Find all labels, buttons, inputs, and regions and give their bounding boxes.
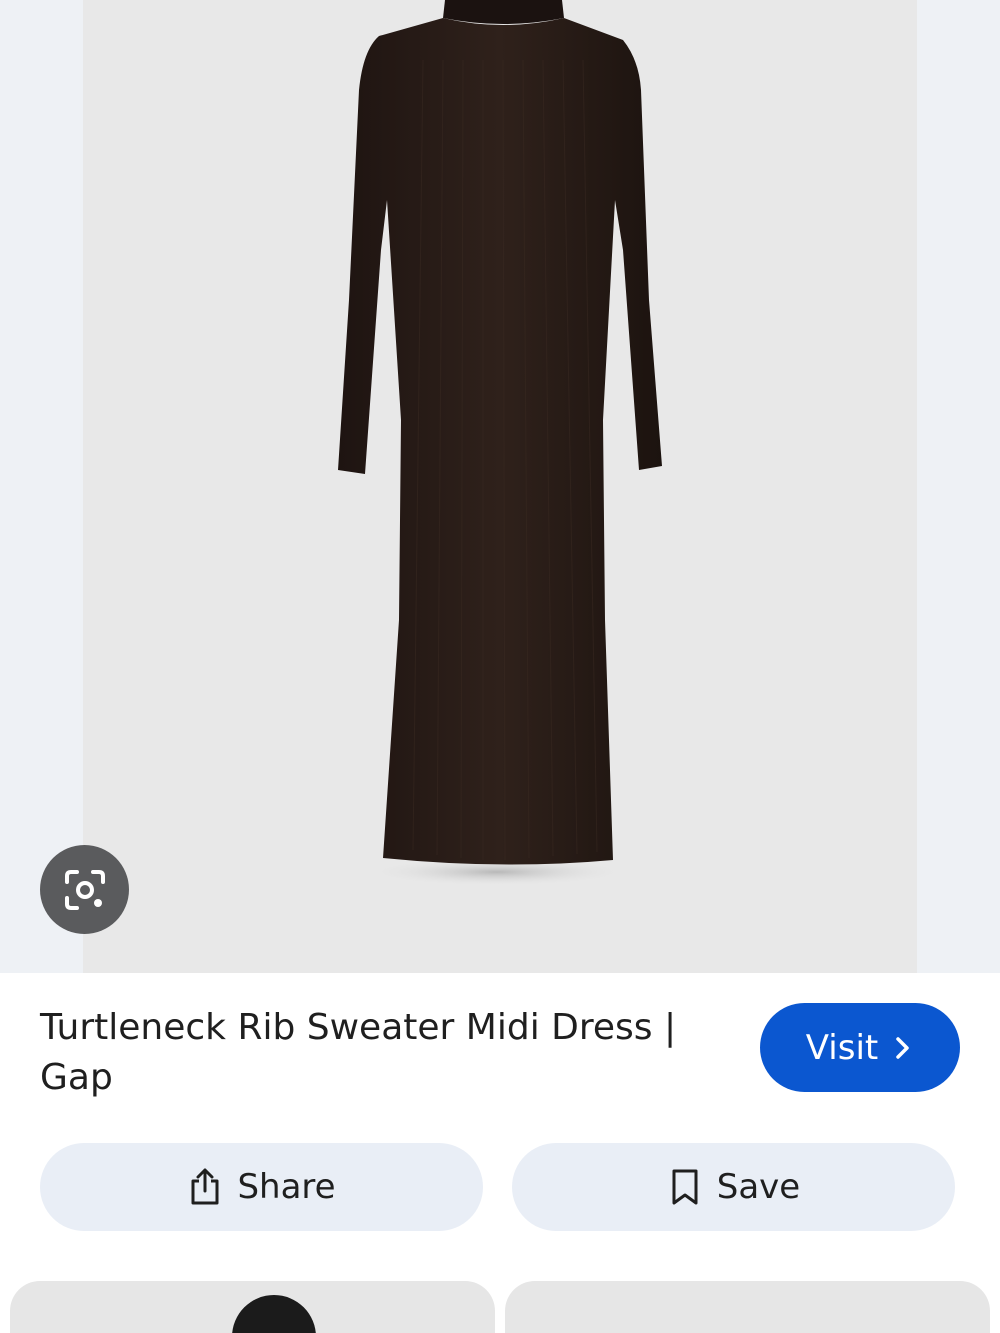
save-button[interactable]: Save xyxy=(512,1143,955,1231)
save-button-label: Save xyxy=(716,1167,801,1207)
related-result-thumbnail[interactable] xyxy=(505,1281,990,1333)
model-hair xyxy=(232,1295,316,1333)
dress-illustration xyxy=(338,0,662,886)
share-button[interactable]: Share xyxy=(40,1143,483,1231)
product-image[interactable] xyxy=(83,0,917,973)
chevron-right-icon xyxy=(896,1036,909,1059)
google-lens-icon xyxy=(64,869,105,910)
result-title[interactable]: Turtleneck Rib Sweater Midi Dress | Gap xyxy=(40,1003,720,1103)
share-icon xyxy=(191,1168,219,1205)
visit-button-label: Visit xyxy=(805,1027,879,1068)
google-lens-button[interactable] xyxy=(40,845,129,934)
image-viewer xyxy=(0,0,1000,973)
share-button-label: Share xyxy=(237,1167,336,1207)
bookmark-icon xyxy=(672,1169,698,1205)
related-result-thumbnail[interactable] xyxy=(10,1281,495,1333)
visit-button[interactable]: Visit xyxy=(760,1003,960,1092)
